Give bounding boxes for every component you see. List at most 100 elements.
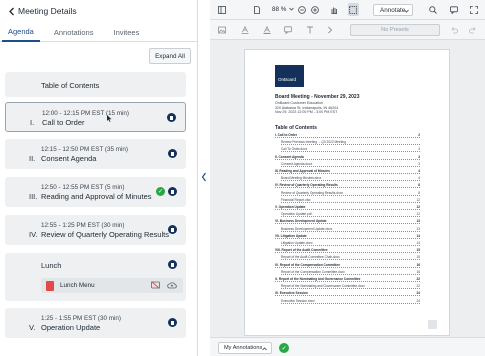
toc-row-page: 15 (416, 255, 420, 260)
toc-row[interactable]: Report of the Nominating and Governance … (281, 284, 420, 290)
toc-row[interactable]: II. Consent Agenda 3 (275, 155, 420, 160)
toc-row-page: 4 (418, 169, 420, 173)
toc-row[interactable]: III. Reading and Approval of Minutes 4 (275, 169, 420, 174)
document-viewer: 88 % Annotate No Presets OnBoard Board M… (210, 0, 485, 356)
toc-row[interactable]: IX. Report of the Compensation Committee… (275, 263, 420, 268)
agenda-item-call-to-order[interactable]: I. 12:00 - 12:15 PM EST (15 min) Call to… (5, 102, 186, 132)
toc-row[interactable]: Operation Update.pdf 12 (281, 212, 420, 218)
select-icon[interactable] (349, 6, 357, 14)
toc-row[interactable]: Report of the Audit Committee Chair.docx… (281, 255, 420, 261)
agenda-item-operation-update[interactable]: V. 1:25 - 1:55 PM EST (30 min) Operation… (5, 308, 186, 338)
document-icon[interactable] (168, 318, 177, 327)
agenda-item-number: III. (29, 192, 38, 201)
toc-row-page: 3 (418, 161, 420, 166)
toc-row[interactable]: Litigation Update.docx 14 (281, 241, 420, 246)
tab-annotations[interactable]: Annotations (48, 22, 100, 42)
agenda-item-title: Review of Quarterly Operating Results (41, 230, 169, 239)
toc-row[interactable]: VII. Litigation Update 14 (275, 234, 420, 239)
zoom-in-icon[interactable] (311, 6, 319, 14)
toc-row-label: VIII. Report of the Audit Committee (275, 248, 328, 253)
mode-select[interactable]: Annotate (373, 4, 413, 16)
redo-icon[interactable] (469, 26, 477, 34)
toc-row[interactable]: VI. Business Development Update 13 (275, 219, 420, 225)
toc-row[interactable]: Financial Report.xlsx 12 (281, 198, 420, 203)
toc-row[interactable]: Executive Session.docx 24 (281, 299, 420, 304)
toc-row[interactable]: IV. Review of Quarterly Operating Result… (275, 183, 420, 189)
back-button[interactable]: Meeting Details (8, 6, 77, 16)
tab-bar: Agenda Annotations Invitees (0, 22, 197, 42)
presets-select[interactable]: No Presets (350, 24, 440, 36)
sidebar-icon[interactable] (218, 6, 226, 14)
hand-icon[interactable] (330, 6, 338, 14)
toc-row-page: 12 (416, 197, 420, 202)
my-annotations-button[interactable]: My Annotations (218, 342, 272, 354)
check-icon: ✓ (279, 343, 289, 353)
toc-row[interactable]: Board Meeting Minutes.docx 4 (281, 176, 420, 182)
toc-row[interactable]: Review of Quarterly Operating Results.do… (281, 191, 420, 196)
agenda-item-lunch[interactable]: Lunch Lunch Menu (5, 253, 186, 301)
expand-all-button[interactable]: Expand All (149, 48, 191, 64)
logo-text: OnBoard (278, 77, 297, 82)
toc-row[interactable]: VIII. Report of the Audit Committee 15 (275, 248, 420, 254)
document-icon[interactable] (168, 225, 177, 234)
agenda-item-time: 1:25 - 1:55 PM EST (30 min) (41, 315, 122, 322)
agenda-item-quarterly-results[interactable]: IV. 12:55 - 1:25 PM EST (30 min) Review … (5, 215, 186, 245)
document-icon[interactable] (167, 113, 176, 122)
comment-icon[interactable] (284, 26, 292, 34)
document-icon[interactable] (168, 187, 177, 196)
image-icon[interactable] (218, 26, 226, 34)
tab-agenda[interactable]: Agenda (2, 22, 40, 42)
undo-icon[interactable] (450, 26, 458, 34)
zoom-level[interactable]: 88 % (272, 6, 286, 13)
toc-row[interactable]: Business Development Update.docx 13 (281, 227, 420, 232)
annotation-toolbar: No Presets (210, 20, 485, 40)
toc-row-page: 24 (416, 291, 420, 296)
page-nav-button[interactable] (428, 320, 437, 329)
search-icon[interactable] (429, 6, 437, 14)
cursor-icon (107, 115, 112, 122)
toc-row[interactable]: I. Call to Order 2 (275, 133, 420, 138)
comments-icon[interactable] (450, 6, 458, 14)
highlight-icon[interactable] (263, 26, 271, 34)
page-icon[interactable] (253, 6, 261, 14)
toc-row[interactable]: Review Previous meeting ... Q3 2022 Meet… (281, 140, 420, 146)
toc-row[interactable]: V. Operation Update 12 (275, 205, 420, 210)
text-color-icon[interactable] (241, 26, 249, 34)
toc-row-label: VII. Litigation Update (275, 233, 307, 238)
collapse-panel-icon[interactable] (201, 172, 207, 182)
agenda-item-time: 12:50 - 12:55 PM EST (5 min) (41, 184, 125, 191)
toc-row-label: Call To Order.docx (281, 147, 308, 152)
toc-row-label: Review of Quarterly Operating Results.do… (281, 190, 344, 195)
attachment-lunch-menu[interactable]: Lunch Menu (41, 278, 183, 293)
agenda-item-title: Table of Contents (41, 81, 100, 90)
toc-row[interactable]: Report of the Compensation Committee.doc… (281, 270, 420, 275)
check-icon[interactable]: ✓ (156, 187, 165, 196)
document-icon[interactable] (168, 149, 177, 158)
toc-row-label: Business Development Update.docx (281, 226, 333, 231)
fullscreen-icon[interactable] (470, 6, 478, 14)
viewer-footer: My Annotations ✓ (210, 337, 485, 356)
cloud-upload-icon[interactable] (167, 281, 177, 289)
toc-row[interactable]: Call To Order.docx 3 (281, 147, 420, 153)
text-icon[interactable] (306, 26, 314, 34)
agenda-item-reading-minutes[interactable]: III. 12:50 - 12:55 PM EST (5 min) Readin… (5, 177, 186, 207)
agenda-item-consent-agenda[interactable]: II. 12:15 - 12:50 PM EST (35 min) Consen… (5, 139, 186, 169)
zoom-out-icon[interactable] (298, 6, 306, 14)
chevron-down-icon[interactable] (289, 7, 294, 11)
agenda-item-time: 12:55 - 1:25 PM EST (30 min) (41, 222, 125, 229)
agenda-item-time: 12:15 - 12:50 PM EST (35 min) (41, 146, 129, 153)
toc-row-page: 15 (416, 248, 420, 253)
document-icon[interactable] (168, 260, 177, 269)
toc-row[interactable]: X. Report of the Nominating and Governan… (275, 277, 420, 282)
toc-row[interactable]: Consent Agenda.docx 3 (281, 162, 420, 167)
toc-row[interactable]: XI. Executive Session 24 (275, 291, 420, 297)
toc-row-page: 24 (416, 298, 420, 303)
chevron-right-icon[interactable] (326, 26, 334, 34)
viewer-toolbar: 88 % Annotate (210, 0, 485, 20)
agenda-item-table-of-contents[interactable]: Table of Contents (5, 72, 186, 97)
document-page[interactable]: OnBoard Board Meeting - November 29, 202… (244, 49, 450, 336)
eye-slash-icon[interactable] (151, 281, 160, 289)
tab-invitees[interactable]: Invitees (107, 22, 145, 42)
toc-row-label: Review Previous meeting ... Q3 2022 Meet… (281, 140, 346, 145)
pdf-icon (46, 280, 54, 291)
